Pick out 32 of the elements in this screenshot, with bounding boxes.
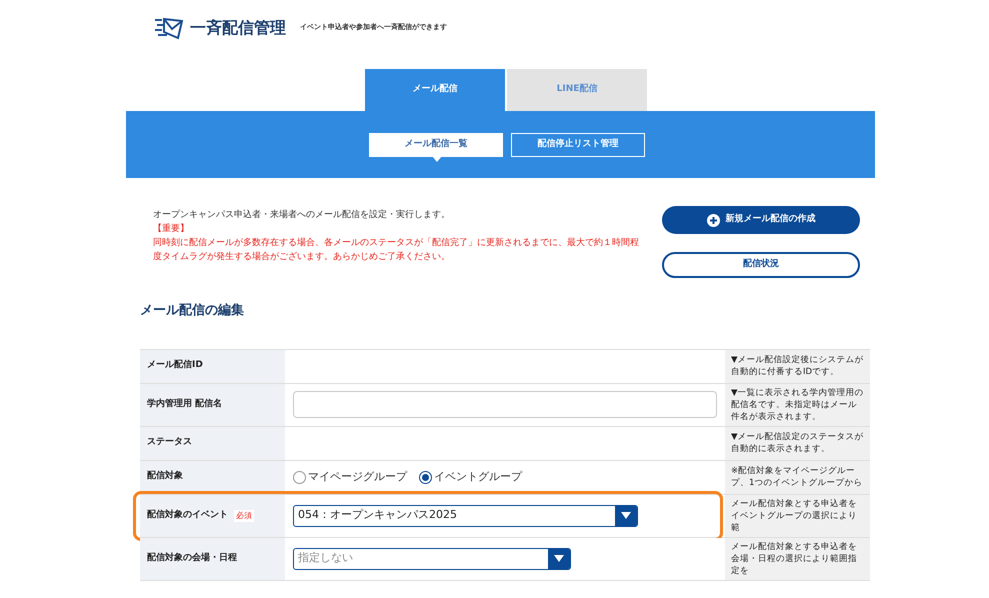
dropdown-caret-icon xyxy=(615,506,637,526)
section-heading: メール配信の編集 xyxy=(140,302,245,320)
field-note: メール配信対象とする申込者をイベントグループの選択により範 xyxy=(731,498,858,534)
field-note: ▼メール配信設定後にシステムが自動的に付番するIDです。 xyxy=(731,354,864,378)
status-button[interactable]: 配信状況 xyxy=(662,252,860,278)
pointer-icon xyxy=(432,156,442,162)
create-button[interactable]: 新規メール配信の作成 xyxy=(662,206,860,234)
field-note: メール配信対象とする申込者を会場・日程の選択により範囲指定を xyxy=(731,540,858,576)
notice-title: 【重要】 xyxy=(153,222,190,236)
notice-text: 同時刻に配信メールが多数存在する場合、各メールのステータスが「配信完了」に更新されるまでに、最大で約１時間程度タイムラグが発生する場合がございます。あらかじめご了承ください。 xyxy=(153,236,640,264)
field-note: ▼メール配信設定のステータスが自動的に表示されます。 xyxy=(731,431,864,455)
field-label: 配信対象 xyxy=(147,470,183,484)
field-note: ▼一覧に表示される学内管理用の配信名です。未指定時はメール件名が表示されます。 xyxy=(731,386,864,422)
field-label: メール配信ID xyxy=(147,359,203,372)
intro-text: オープンキャンパス申込者・来場者へのメール配信を設定・実行します。 xyxy=(153,208,451,222)
select-field[interactable]: 指定しない xyxy=(293,548,571,570)
name-field[interactable] xyxy=(293,391,717,418)
field-note: ※配信対象をマイページグループ、1つのイベントグループから xyxy=(731,465,864,489)
page-title: 一斉配信管理 xyxy=(190,16,286,38)
plus-circle-icon xyxy=(706,214,720,226)
select-field[interactable]: 054：オープンキャンパス2025 xyxy=(293,504,638,526)
subtab[interactable]: 配信停止リスト管理 xyxy=(511,133,645,157)
required-tag: 必須 xyxy=(234,510,254,522)
tab[interactable]: メール配信 xyxy=(365,69,505,111)
envelope-icon xyxy=(154,16,184,40)
radio-option[interactable]: マイページグループ xyxy=(293,468,407,486)
dropdown-caret-icon xyxy=(548,548,570,568)
field-label: ステータス xyxy=(147,436,192,450)
field-label: 学内管理用 配信名 xyxy=(147,398,222,411)
field-label: 配信対象の会場・日程 xyxy=(147,552,237,565)
field-label: 配信対象のイベント xyxy=(147,508,228,522)
radio-option[interactable]: イベントグループ xyxy=(419,468,522,486)
